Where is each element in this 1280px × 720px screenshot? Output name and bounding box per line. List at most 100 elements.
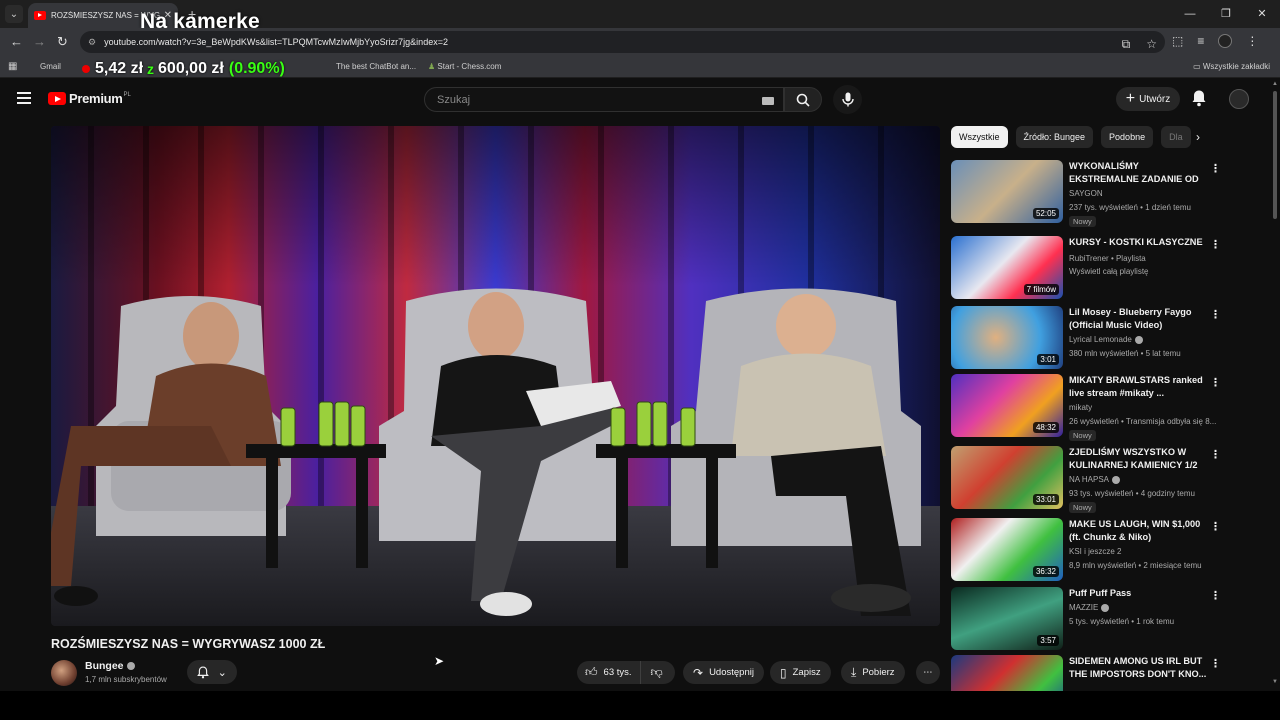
share-button[interactable]: ↷ Udostępnij bbox=[683, 661, 764, 684]
video-player[interactable] bbox=[51, 126, 940, 626]
chip-all[interactable]: Wszystkie bbox=[951, 126, 1008, 148]
video-thumbnail[interactable]: 48:32 bbox=[951, 374, 1063, 437]
recommendation-channel[interactable]: mikaty bbox=[1069, 403, 1092, 412]
duration-badge: 3:01 bbox=[1037, 354, 1059, 365]
reload-icon[interactable]: ↻ bbox=[57, 34, 68, 50]
all-bookmarks[interactable]: ▭ Wszystkie zakładki bbox=[1193, 62, 1270, 71]
bookmark-chess[interactable]: ♟ Start - Chess.com bbox=[428, 62, 501, 71]
media-control-icon[interactable]: ≡ bbox=[1197, 34, 1204, 48]
like-button[interactable]: 👍︎ 63 tys. bbox=[577, 661, 641, 684]
recommendation-title[interactable]: Lil Mosey - Blueberry Faygo (Official Mu… bbox=[1069, 306, 1209, 332]
user-avatar[interactable] bbox=[1229, 89, 1249, 109]
chip-source[interactable]: Źródło: Bungee bbox=[1015, 126, 1094, 148]
bookmark-star-icon[interactable]: ☆ bbox=[1146, 37, 1157, 52]
recommendation-title[interactable]: ZJEDLIŚMY WSZYSTKO W KULINARNEJ KAMIENIC… bbox=[1069, 446, 1209, 472]
more-vertical-icon[interactable]: ⋮ bbox=[1210, 162, 1221, 175]
search-input[interactable]: Szukaj bbox=[424, 87, 784, 112]
more-vertical-icon[interactable]: ⋮ bbox=[1210, 657, 1221, 670]
recommendation-title[interactable]: Puff Puff Pass bbox=[1069, 587, 1209, 600]
recommendation-item[interactable]: 33:01 ZJEDLIŚMY WSZYSTKO W KULINARNEJ KA… bbox=[951, 446, 1226, 513]
recommendation-title[interactable]: WYKONALIŚMY EKSTREMALNE ZADANIE OD BANDU… bbox=[1069, 160, 1209, 186]
subscription-bell-button[interactable]: ⌄ bbox=[187, 660, 237, 684]
recommendation-channel[interactable]: MAZZIE bbox=[1069, 603, 1110, 612]
chevron-right-icon[interactable]: › bbox=[1196, 130, 1200, 144]
apps-grid-icon[interactable]: ▦ bbox=[8, 61, 17, 72]
video-thumbnail[interactable]: 52:05 bbox=[951, 160, 1063, 223]
recommendation-item[interactable]: 3:57 Puff Puff Pass MAZZIE 5 tys. wyświe… bbox=[951, 587, 1226, 651]
duration-badge: 48:32 bbox=[1032, 422, 1059, 433]
recommendation-item[interactable]: 48:32 MIKATY BRAWLSTARS ranked live stre… bbox=[951, 374, 1226, 441]
recommendation-item[interactable]: 3:01 Lil Mosey - Blueberry Faygo (Offici… bbox=[951, 306, 1226, 370]
forward-arrow-icon[interactable]: → bbox=[33, 34, 46, 49]
recommendation-channel[interactable]: Lyrical Lemonade bbox=[1069, 335, 1143, 344]
video-thumbnail[interactable]: 3:01 bbox=[951, 306, 1063, 369]
close-window-icon[interactable]: ✕ bbox=[1244, 0, 1280, 28]
playlist-count-badge: 7 filmów bbox=[1023, 284, 1059, 295]
install-app-icon[interactable]: ⧉ bbox=[1122, 37, 1131, 52]
profile-avatar[interactable] bbox=[1218, 34, 1233, 48]
keyboard-icon[interactable] bbox=[762, 97, 774, 105]
browser-menu-icon[interactable]: ⋮ bbox=[1246, 34, 1258, 48]
site-info-icon[interactable]: ⚙ bbox=[88, 37, 96, 48]
menu-icon[interactable] bbox=[17, 92, 31, 107]
page-scrollbar[interactable]: ▲ ▼ bbox=[1270, 79, 1280, 691]
download-label: Pobierz bbox=[862, 667, 895, 678]
recommendation-channel[interactable]: RubiTrener • Playlista bbox=[1069, 254, 1146, 263]
save-button[interactable]: ▯ Zapisz bbox=[770, 661, 831, 684]
recommendation-channel[interactable]: SAYGON bbox=[1069, 189, 1103, 198]
recommendation-meta[interactable]: Wyświetl całą playlistę bbox=[1069, 267, 1221, 276]
more-vertical-icon[interactable]: ⋮ bbox=[1210, 520, 1221, 533]
scroll-up-icon[interactable]: ▲ bbox=[1272, 81, 1278, 87]
like-dislike-group: 👍︎ 63 tys. 👎︎ bbox=[577, 661, 675, 684]
scroll-thumb[interactable] bbox=[1273, 91, 1277, 219]
recommendation-title[interactable]: MIKATY BRAWLSTARS ranked live stream #mi… bbox=[1069, 374, 1209, 400]
recommendation-channel[interactable]: NA HAPSA bbox=[1069, 475, 1121, 484]
recommendation-title[interactable]: SIDEMEN AMONG US IRL BUT THE IMPOSTORS D… bbox=[1069, 655, 1209, 681]
recommendation-item[interactable]: 36:32 MAKE US LAUGH, WIN $1,000 (ft. Chu… bbox=[951, 518, 1226, 582]
chip-for-you[interactable]: Dla bbox=[1161, 126, 1191, 148]
new-badge: Nowy bbox=[1069, 430, 1096, 441]
youtube-header: Premium PL Szukaj + Utwórz bbox=[0, 79, 1270, 119]
video-thumbnail[interactable]: 3:57 bbox=[951, 587, 1063, 650]
bell-icon bbox=[197, 666, 210, 678]
address-bar[interactable]: ⚙ youtube.com/watch?v=3e_BeWpdKWs&list=T… bbox=[80, 31, 1165, 53]
back-arrow-icon[interactable]: ← bbox=[10, 34, 23, 49]
recommendation-item[interactable]: 52:05 WYKONALIŚMY EKSTREMALNE ZADANIE OD… bbox=[951, 160, 1226, 227]
mouse-cursor-icon: ➤ bbox=[434, 654, 445, 668]
recommendation-channel[interactable]: KSI i jeszcze 2 bbox=[1069, 547, 1121, 556]
more-vertical-icon[interactable]: ⋮ bbox=[1210, 238, 1221, 251]
channel-label: Lyrical Lemonade bbox=[1069, 335, 1132, 344]
notifications-button[interactable] bbox=[1191, 89, 1207, 112]
chip-similar[interactable]: Podobne bbox=[1101, 126, 1154, 148]
more-vertical-icon[interactable]: ⋮ bbox=[1210, 589, 1221, 602]
bookmark-gmail[interactable]: Gmail bbox=[40, 62, 61, 71]
video-thumbnail[interactable] bbox=[951, 655, 1063, 691]
minimize-icon[interactable]: — bbox=[1172, 0, 1208, 28]
maximize-icon[interactable]: ❐ bbox=[1208, 0, 1244, 28]
search-button[interactable] bbox=[784, 87, 822, 112]
tab-search-button[interactable]: ⌄ bbox=[5, 5, 23, 23]
channel-name[interactable]: Bungee bbox=[85, 660, 135, 672]
extensions-icon[interactable]: ⬚ bbox=[1172, 34, 1183, 48]
video-thumbnail[interactable]: 33:01 bbox=[951, 446, 1063, 509]
youtube-logo[interactable]: Premium PL bbox=[48, 91, 131, 106]
more-vertical-icon[interactable]: ⋮ bbox=[1210, 308, 1221, 321]
scroll-down-icon[interactable]: ▼ bbox=[1272, 679, 1278, 685]
thumbs-up-icon: 👍︎ bbox=[585, 665, 598, 679]
video-thumbnail[interactable]: 36:32 bbox=[951, 518, 1063, 581]
recommendation-title[interactable]: MAKE US LAUGH, WIN $1,000 (ft. Chunkz & … bbox=[1069, 518, 1209, 544]
playlist-thumbnail[interactable]: 7 filmów bbox=[951, 236, 1063, 299]
voice-search-button[interactable] bbox=[833, 85, 862, 114]
recommendation-item[interactable]: SIDEMEN AMONG US IRL BUT THE IMPOSTORS D… bbox=[951, 655, 1226, 691]
bookmark-chatbot[interactable]: The best ChatBot an... bbox=[336, 62, 416, 71]
channel-avatar[interactable] bbox=[51, 660, 77, 686]
recommendation-meta: 8,9 mln wyświetleń • 2 miesiące temu bbox=[1069, 561, 1202, 570]
more-vertical-icon[interactable]: ⋮ bbox=[1210, 448, 1221, 461]
create-button[interactable]: + Utwórz bbox=[1116, 87, 1180, 111]
dislike-button[interactable]: 👎︎ bbox=[641, 665, 673, 680]
more-vertical-icon[interactable]: ⋮ bbox=[1210, 376, 1221, 389]
download-button[interactable]: ⤓ Pobierz bbox=[841, 661, 905, 684]
recommendation-item[interactable]: 7 filmów KURSY - KOSTKI KLASYCZNE RubiTr… bbox=[951, 236, 1226, 300]
recommendation-title[interactable]: KURSY - KOSTKI KLASYCZNE bbox=[1069, 236, 1209, 249]
more-actions-button[interactable]: ⋯ bbox=[916, 661, 940, 684]
